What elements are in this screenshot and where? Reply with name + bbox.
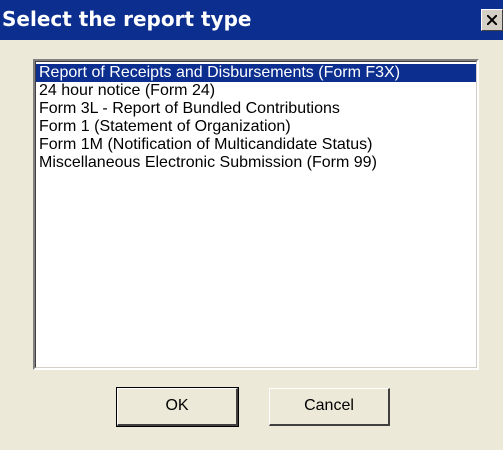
list-item[interactable]: Miscellaneous Electronic Submission (For… xyxy=(36,154,476,172)
close-icon xyxy=(487,15,497,25)
title-bar[interactable]: Select the report type xyxy=(0,0,503,40)
select-report-type-dialog: Select the report type Report of Receipt… xyxy=(0,0,503,450)
list-item[interactable]: Form 1 (Statement of Organization) xyxy=(36,118,476,136)
ok-button[interactable]: OK xyxy=(116,387,239,427)
report-type-list: Report of Receipts and Disbursements (Fo… xyxy=(35,61,477,368)
close-button[interactable] xyxy=(481,9,503,31)
report-type-listbox[interactable]: Report of Receipts and Disbursements (Fo… xyxy=(33,59,479,370)
cancel-button[interactable]: Cancel xyxy=(269,388,390,426)
list-item[interactable]: Form 1M (Notification of Multicandidate … xyxy=(36,136,476,154)
list-item[interactable]: Report of Receipts and Disbursements (Fo… xyxy=(36,64,476,82)
list-item[interactable]: Form 3L - Report of Bundled Contribution… xyxy=(36,100,476,118)
dialog-title: Select the report type xyxy=(2,7,252,31)
list-item[interactable]: 24 hour notice (Form 24) xyxy=(36,82,476,100)
